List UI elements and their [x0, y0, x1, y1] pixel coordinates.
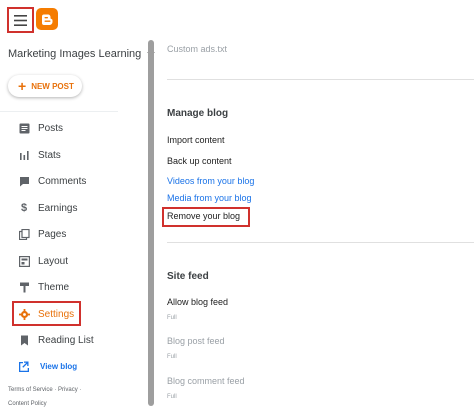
view-blog-link[interactable]: View blog: [18, 361, 77, 372]
videos-from-blog-link[interactable]: Videos from your blog: [167, 176, 254, 186]
sidebar-item-posts[interactable]: Posts: [18, 121, 63, 135]
posts-icon: [18, 122, 30, 134]
blogger-logo-icon[interactable]: [36, 8, 58, 30]
back-up-content-link[interactable]: Back up content: [167, 156, 232, 166]
external-link-icon: [18, 361, 29, 372]
top-bar: [0, 0, 474, 40]
sidebar-item-label: Posts: [38, 122, 64, 134]
sidebar-item-theme[interactable]: Theme: [18, 280, 69, 294]
sidebar-item-label: Pages: [38, 228, 67, 240]
footer-links: Terms of Service · Privacy · Content Pol…: [8, 383, 81, 410]
sidebar-item-stats[interactable]: Stats: [18, 148, 61, 162]
blog-post-feed-value: Full: [167, 354, 177, 360]
blog-comment-feed-value: Full: [167, 394, 177, 400]
privacy-link[interactable]: Privacy: [58, 387, 78, 393]
manage-blog-heading: Manage blog: [167, 108, 229, 119]
sidebar-item-layout[interactable]: Layout: [18, 254, 68, 268]
sidebar-item-label: Earnings: [38, 202, 78, 214]
new-post-button[interactable]: + NEW POST: [8, 75, 82, 97]
blog-comment-feed-setting[interactable]: Blog comment feed: [167, 376, 245, 386]
sidebar-item-pages[interactable]: Pages: [18, 227, 66, 241]
allow-blog-feed-setting[interactable]: Allow blog feed: [167, 297, 228, 307]
comments-icon: [18, 175, 30, 187]
new-post-label: NEW POST: [31, 81, 74, 91]
sidebar-item-reading-list[interactable]: Reading List: [18, 333, 94, 347]
section-divider: [167, 79, 474, 80]
import-content-link[interactable]: Import content: [167, 135, 225, 145]
site-feed-heading: Site feed: [167, 271, 209, 282]
footer-separator: ·: [77, 387, 82, 393]
media-from-blog-link[interactable]: Media from your blog: [167, 193, 252, 203]
blog-selector[interactable]: Marketing Images Learning: [8, 48, 156, 60]
gear-icon: [18, 308, 30, 320]
blog-name: Marketing Images Learning: [8, 48, 142, 60]
custom-ads-setting[interactable]: Custom ads.txt: [167, 44, 227, 54]
sidebar-item-label: Settings: [38, 308, 75, 320]
hamburger-icon: [14, 14, 27, 26]
sidebar-scrollbar[interactable]: [148, 40, 154, 406]
allow-blog-feed-value: Full: [167, 315, 177, 321]
remove-your-blog-link[interactable]: Remove your blog: [167, 211, 240, 221]
terms-link[interactable]: Terms of Service: [8, 387, 53, 393]
sidebar-item-label: Stats: [38, 149, 61, 161]
sidebar-item-comments[interactable]: Comments: [18, 174, 86, 188]
section-divider: [167, 242, 474, 243]
sidebar-item-label: Reading List: [38, 334, 94, 346]
bookmark-icon: [18, 334, 30, 346]
content-policy-link[interactable]: Content Policy: [8, 401, 47, 407]
sidebar-item-settings[interactable]: Settings: [18, 307, 74, 321]
pages-icon: [18, 228, 30, 240]
view-blog-label: View blog: [40, 362, 78, 371]
hamburger-menu-button[interactable]: [7, 7, 34, 33]
stats-icon: [18, 149, 30, 161]
sidebar-item-label: Comments: [38, 175, 87, 187]
sidebar-item-label: Layout: [38, 255, 69, 267]
blog-post-feed-setting[interactable]: Blog post feed: [167, 336, 225, 346]
theme-icon: [18, 281, 30, 293]
sidebar-item-label: Theme: [38, 281, 70, 293]
layout-icon: [18, 255, 30, 267]
plus-icon: +: [18, 78, 27, 94]
sidebar-divider: [0, 111, 118, 112]
dollar-icon: $: [20, 202, 28, 214]
sidebar-item-earnings[interactable]: $ Earnings: [18, 201, 78, 215]
